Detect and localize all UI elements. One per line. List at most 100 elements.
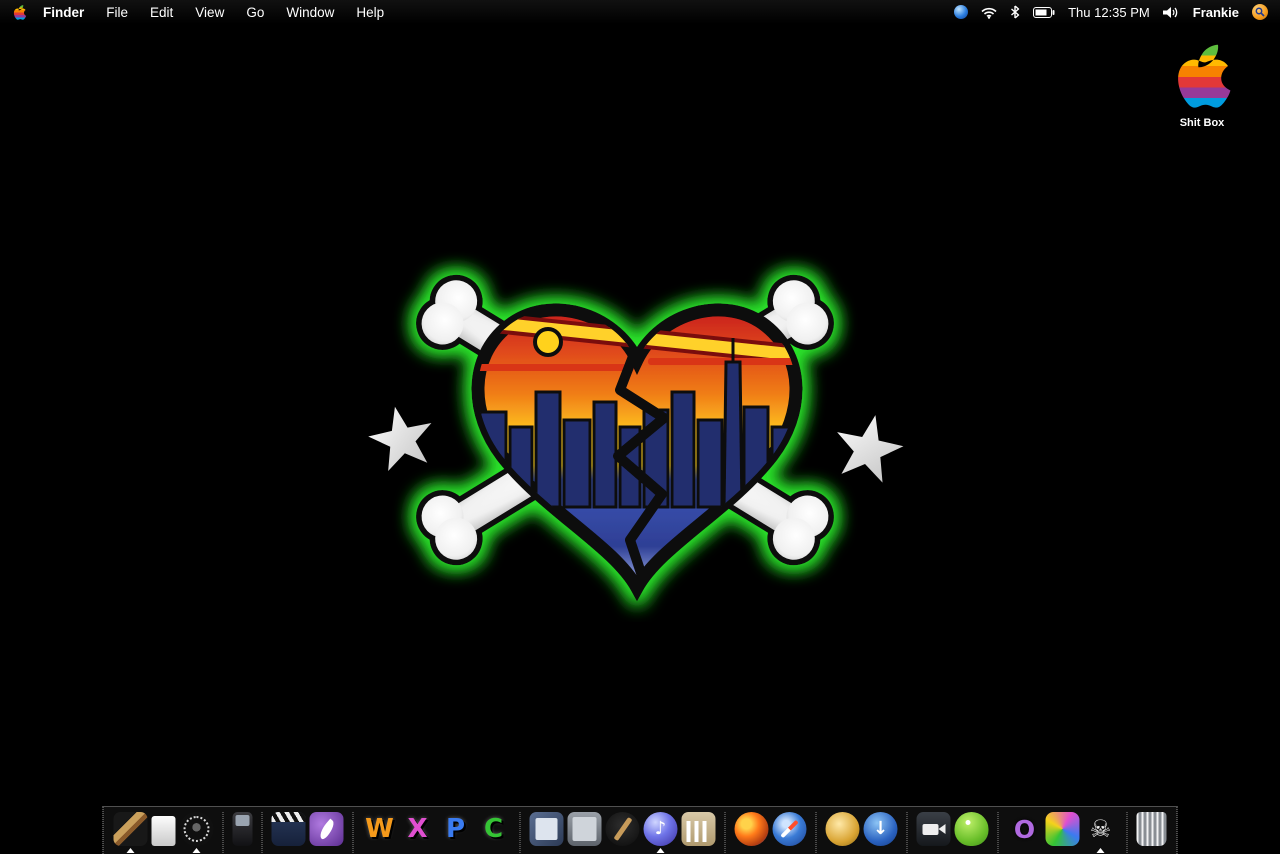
status-orb-icon[interactable] — [954, 5, 969, 19]
dock-item-finder[interactable] — [113, 812, 148, 853]
dvd-player-icon — [179, 812, 214, 846]
rainbow-apple-icon — [1178, 44, 1231, 108]
dock-item-app-c[interactable]: C — [477, 812, 511, 853]
download-arrow-glyph: ↓ — [872, 818, 889, 839]
running-indicator — [1096, 848, 1105, 853]
dock-separator — [261, 812, 263, 853]
dock-separator — [906, 812, 908, 853]
dock-item-app-w[interactable]: W — [363, 812, 397, 853]
dock-item-skull[interactable]: ☠ — [1084, 812, 1118, 853]
menu-item-help[interactable]: Help — [345, 5, 395, 20]
spotlight-icon[interactable] — [1252, 4, 1268, 20]
dock-item-app-x[interactable]: X — [401, 812, 435, 853]
menu-item-file[interactable]: File — [95, 5, 139, 20]
menu-bar: Finder File Edit View Go Window Help Thu 12:35… — [0, 0, 1280, 24]
dock-separator — [815, 812, 817, 853]
dock-item-photo-album[interactable] — [529, 812, 564, 853]
app-w-icon: W — [363, 812, 397, 846]
dock-item-itunes[interactable]: ♪ — [643, 812, 678, 853]
adium-duck-icon — [954, 812, 989, 846]
bluetooth-icon[interactable] — [1010, 5, 1020, 19]
ipod-icon — [232, 812, 253, 846]
dock-item-compass-browser[interactable] — [772, 812, 807, 853]
firefox-icon — [734, 812, 769, 846]
dock-item-garageband[interactable] — [605, 812, 640, 853]
app-p-glyph: P — [445, 814, 466, 844]
sun — [533, 327, 563, 357]
quill-pen-icon — [309, 812, 344, 846]
wifi-icon[interactable] — [981, 6, 997, 19]
photo-album-icon — [529, 812, 564, 846]
menu-item-finder[interactable]: Finder — [43, 5, 95, 20]
toy-robot-icon — [1045, 812, 1080, 846]
menu-status-area: Thu 12:35 PM Frankie — [954, 4, 1268, 20]
menu-items: Finder File Edit View Go Window Help — [43, 5, 395, 20]
app-p-icon: P — [439, 812, 473, 846]
itunes-glyph: ♪ — [654, 818, 667, 839]
dock-separator — [997, 812, 999, 853]
compass-browser-icon — [772, 812, 807, 846]
apple-menu-icon[interactable] — [12, 4, 27, 21]
dock: W X P C ♪ ↓ O ☠ — [102, 806, 1178, 854]
app-c-icon: C — [477, 812, 511, 846]
broken-heart — [471, 303, 803, 602]
app-c-glyph: C — [483, 814, 504, 844]
dock-item-toy-robot[interactable] — [1045, 812, 1080, 853]
dock-item-download-arrow[interactable]: ↓ — [863, 812, 898, 853]
ring-o-glyph: O — [1013, 814, 1036, 844]
menu-item-edit[interactable]: Edit — [139, 5, 184, 20]
dock-item-gold-coin[interactable] — [825, 812, 860, 853]
dock-separator — [1126, 812, 1128, 853]
battery-icon[interactable] — [1033, 6, 1055, 18]
dock-separator — [352, 812, 354, 853]
ring-o-icon: O — [1008, 812, 1042, 846]
drive-icon-shit-box[interactable]: Shit Box — [1154, 36, 1250, 129]
menu-item-window[interactable]: Window — [275, 5, 345, 20]
video-camera-icon — [916, 812, 951, 846]
star-left — [368, 406, 432, 472]
itunes-icon: ♪ — [643, 812, 678, 846]
dock-item-ipod[interactable] — [232, 812, 253, 853]
app-x-glyph: X — [407, 814, 428, 844]
dock-item-video-camera[interactable] — [916, 812, 951, 853]
menu-item-go[interactable]: Go — [235, 5, 275, 20]
dock-item-trash[interactable] — [1136, 812, 1167, 853]
running-indicator — [656, 848, 665, 853]
menu-item-view[interactable]: View — [184, 5, 235, 20]
app-w-glyph: W — [365, 814, 394, 844]
finder-icon — [113, 812, 148, 846]
dock-item-firefox[interactable] — [734, 812, 769, 853]
imovie-icon — [271, 812, 306, 846]
wallpaper-heart-crossbones — [368, 274, 904, 602]
bank-building-icon — [681, 812, 716, 846]
image-viewer-icon — [567, 812, 602, 846]
running-indicator — [126, 848, 135, 853]
notes-icon — [151, 816, 176, 846]
dock-separator — [724, 812, 726, 853]
dock-item-quill-pen[interactable] — [309, 812, 344, 853]
drive-label: Shit Box — [1179, 117, 1225, 129]
download-arrow-icon: ↓ — [863, 812, 898, 846]
trash-icon — [1136, 812, 1167, 846]
volume-icon[interactable] — [1162, 6, 1180, 19]
dock-separator — [519, 812, 521, 853]
star-right — [837, 415, 904, 483]
skull-glyph: ☠ — [1089, 815, 1112, 843]
garageband-icon — [605, 812, 640, 846]
user-menu[interactable]: Frankie — [1193, 5, 1239, 20]
dock-item-image-viewer[interactable] — [567, 812, 602, 853]
dock-item-ring-o[interactable]: O — [1008, 812, 1042, 853]
dock-item-app-p[interactable]: P — [439, 812, 473, 853]
dock-item-adium-duck[interactable] — [954, 812, 989, 853]
dock-item-bank-building[interactable] — [681, 812, 716, 853]
dock-item-imovie[interactable] — [271, 812, 306, 853]
menu-clock[interactable]: Thu 12:35 PM — [1068, 5, 1150, 20]
dock-separator — [222, 812, 224, 853]
running-indicator — [192, 848, 201, 853]
dock-item-notes[interactable] — [151, 816, 176, 853]
dock-item-dvd-player[interactable] — [179, 812, 214, 853]
gold-coin-icon — [825, 812, 860, 846]
app-x-icon: X — [401, 812, 435, 846]
skull-icon: ☠ — [1084, 812, 1118, 846]
desktop: Finder File Edit View Go Window Help Thu 12:35… — [0, 0, 1280, 854]
